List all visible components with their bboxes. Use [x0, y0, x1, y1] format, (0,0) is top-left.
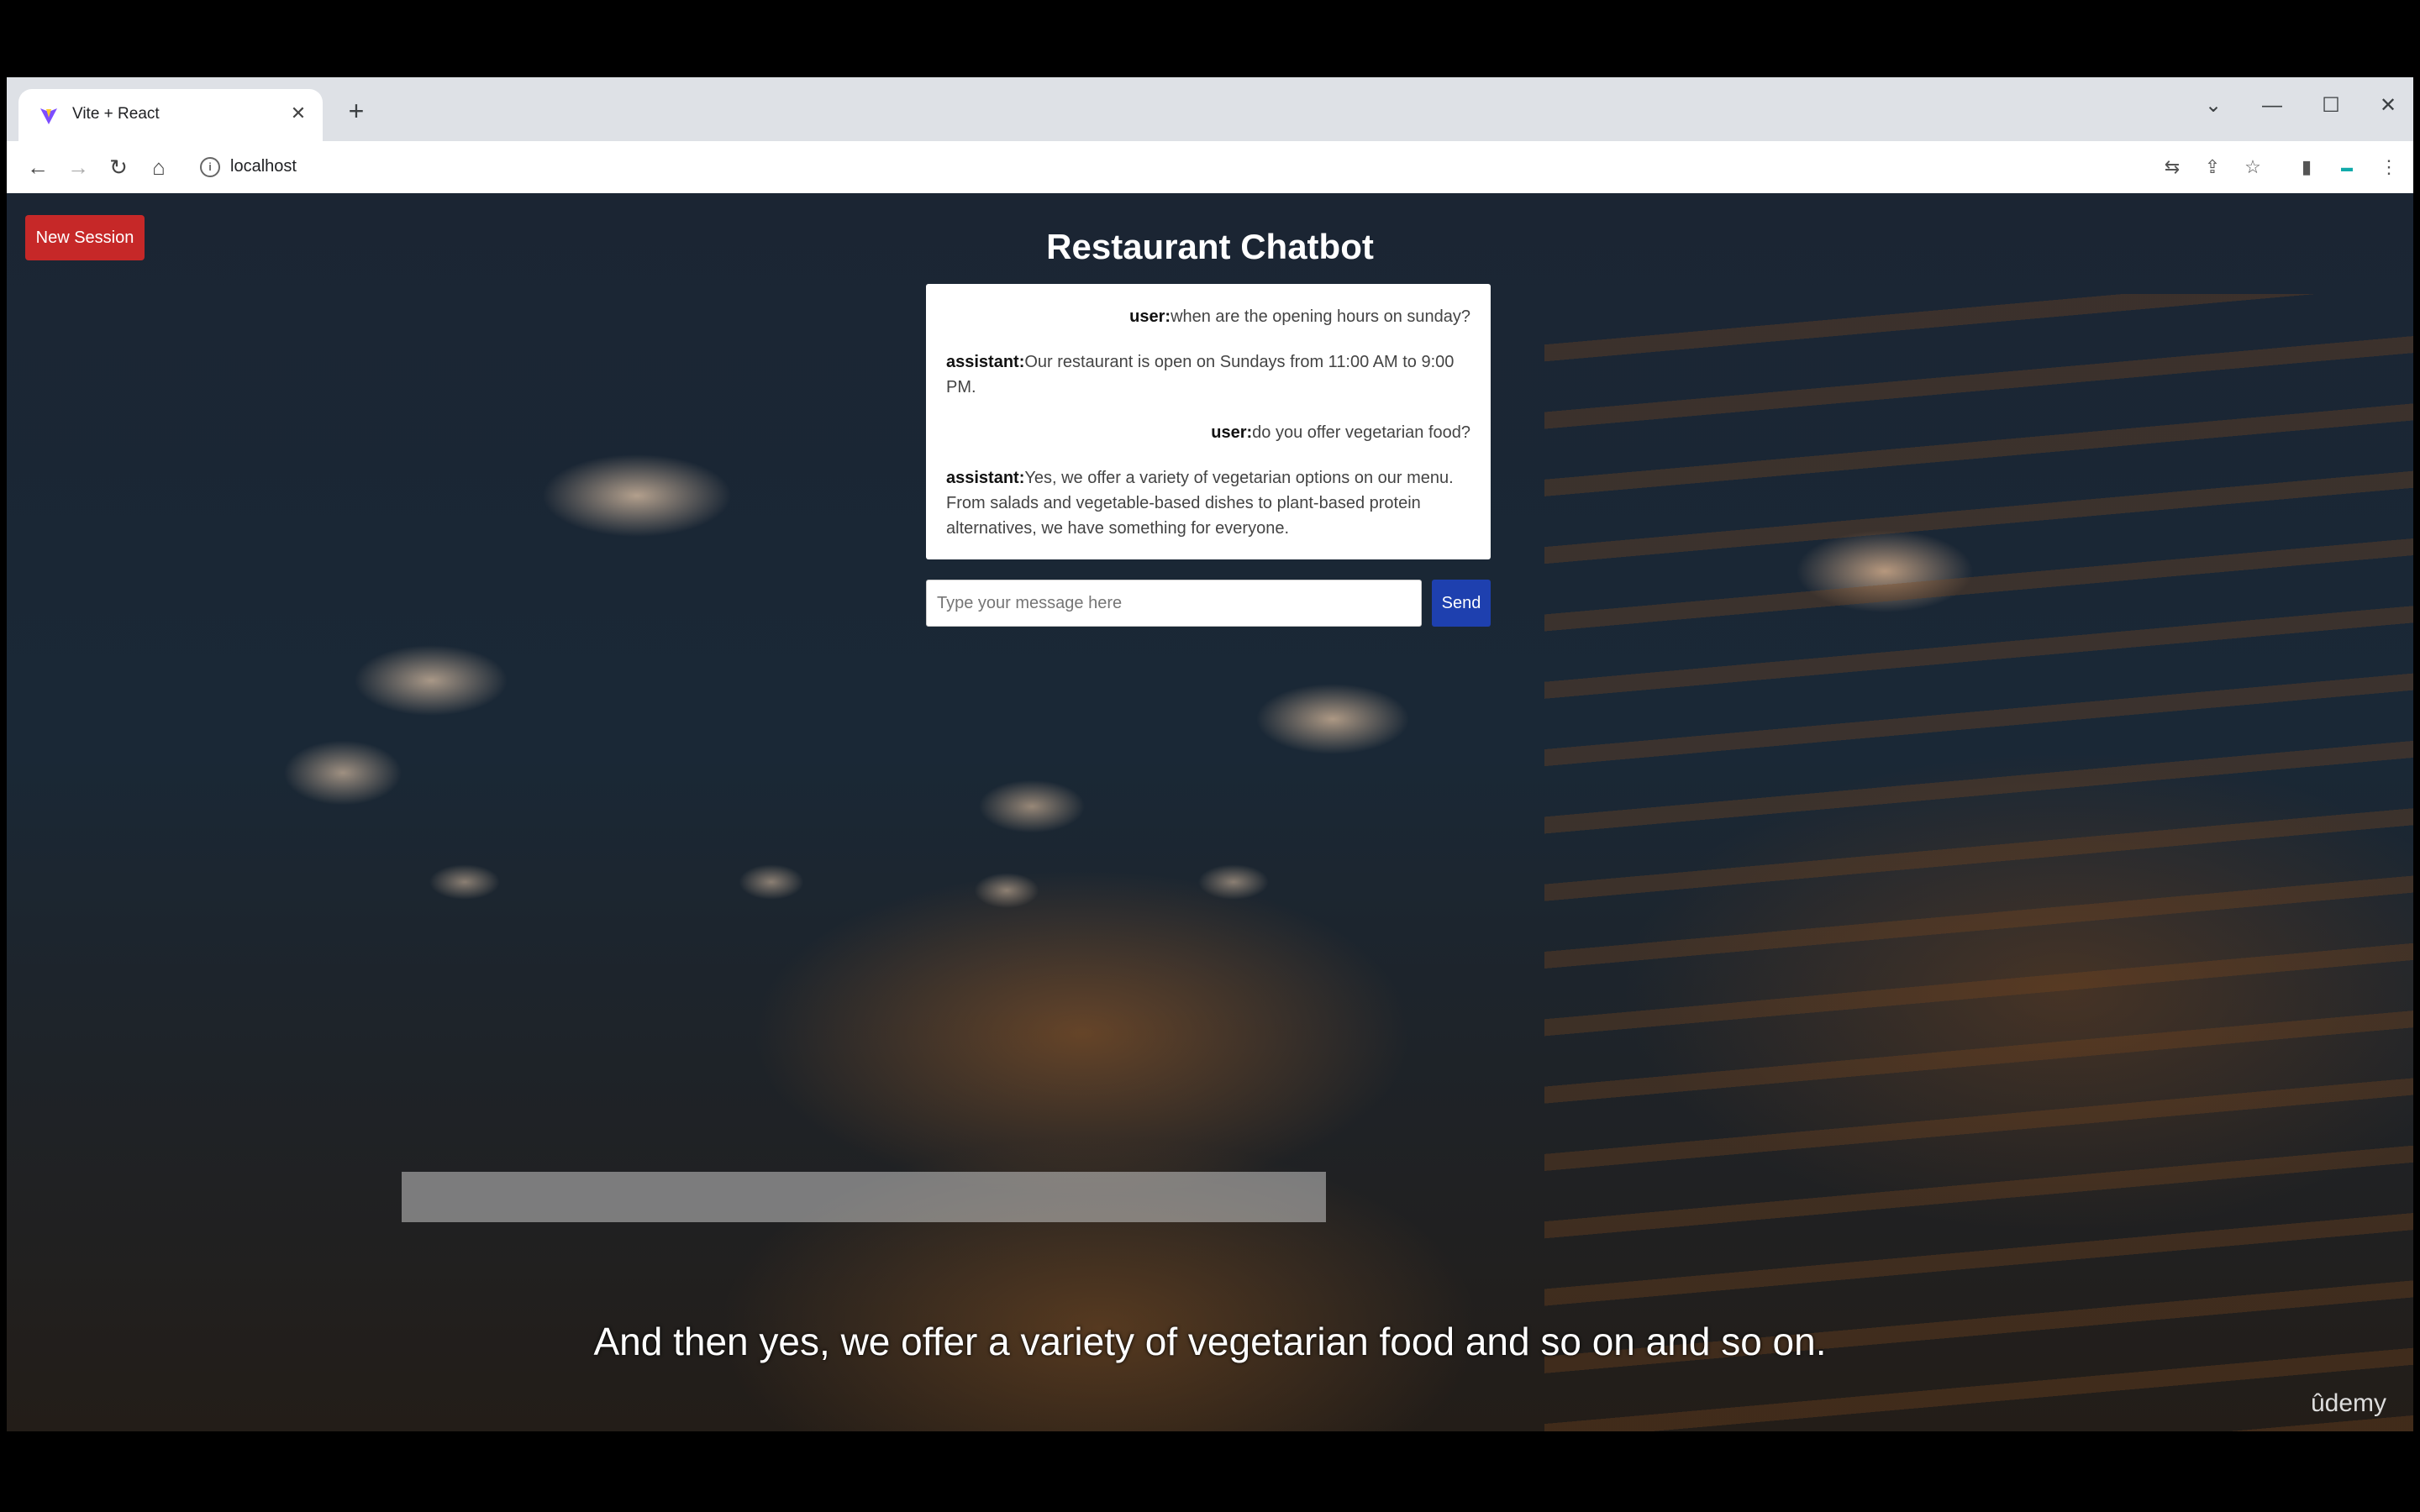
maximize-icon[interactable]: ☐	[2314, 91, 2348, 124]
message-role: user:	[1129, 307, 1171, 326]
star-icon[interactable]: ☆	[2238, 153, 2267, 181]
new-tab-button[interactable]: +	[339, 96, 373, 129]
page-title: Restaurant Chatbot	[1046, 227, 1374, 266]
message-text: do you offer vegetarian food?	[1252, 423, 1470, 442]
reload-icon[interactable]: ↻	[103, 151, 134, 183]
chat-window: user:when are the opening hours on sunda…	[926, 284, 1491, 559]
send-button[interactable]: Send	[1432, 580, 1491, 627]
minimize-icon[interactable]: —	[2255, 91, 2289, 124]
site-info-icon[interactable]: i	[200, 157, 220, 177]
extension-icon[interactable]: ▬	[2333, 153, 2361, 181]
message-input[interactable]	[926, 580, 1422, 627]
message-text: when are the opening hours on sunday?	[1171, 307, 1470, 326]
home-icon[interactable]: ⌂	[143, 151, 175, 183]
tab-close-icon[interactable]: ✕	[286, 101, 311, 126]
back-arrow-icon[interactable]: ←	[22, 151, 54, 183]
chat-message-user: user:when are the opening hours on sunda…	[946, 304, 1470, 329]
tab-search-icon[interactable]: ⌄	[2196, 91, 2230, 124]
video-subtitle: And then yes, we offer a variety of vege…	[593, 1320, 1827, 1363]
tab-title: Vite + React	[72, 105, 160, 123]
page-viewport: New Session Restaurant Chatbot user:when…	[7, 193, 2413, 1431]
message-role: assistant:	[946, 469, 1025, 487]
chat-message-assistant: assistant:Our restaurant is open on Sund…	[946, 349, 1470, 400]
tab-strip: Vite + React ✕ + ⌄ — ☐ ✕	[7, 77, 2413, 141]
chat-message-assistant: assistant:Yes, we offer a variety of veg…	[946, 465, 1470, 541]
message-role: user:	[1211, 423, 1253, 442]
address-bar[interactable]: i localhost	[187, 148, 2111, 185]
tab-vite-react[interactable]: Vite + React ✕	[18, 89, 323, 141]
browser-window: Vite + React ✕ + ⌄ — ☐ ✕ ← → ↻ ⌂ i local…	[7, 77, 2413, 1431]
side-panel-icon[interactable]: ▮	[2292, 153, 2321, 181]
message-role: assistant:	[946, 353, 1025, 371]
chat-message-user: user:do you offer vegetarian food?	[946, 420, 1470, 445]
background-counter	[402, 1172, 1326, 1222]
forward-arrow-icon[interactable]: →	[62, 151, 94, 183]
url-text: localhost	[230, 157, 297, 176]
udemy-watermark: ûdemy	[2310, 1389, 2386, 1417]
window-close-icon[interactable]: ✕	[2371, 91, 2405, 124]
background-staircase	[1544, 294, 2413, 1431]
browser-toolbar: ← → ↻ ⌂ i localhost ⇆ ⇪ ☆ ▮ ▬ ⋮	[7, 141, 2413, 194]
share-icon[interactable]: ⇪	[2198, 153, 2227, 181]
vite-logo-icon	[40, 108, 57, 124]
kebab-menu-icon[interactable]: ⋮	[2375, 153, 2403, 181]
translate-icon[interactable]: ⇆	[2158, 153, 2186, 181]
